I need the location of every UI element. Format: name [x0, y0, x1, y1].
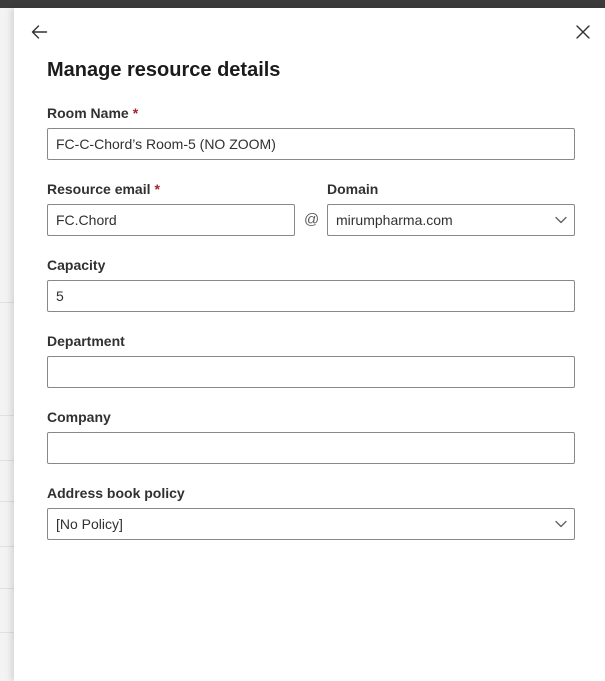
- room-name-input[interactable]: FC-C-Chord’s Room-5 (NO ZOOM): [47, 128, 575, 160]
- arrow-left-icon: [31, 25, 48, 39]
- company-label-text: Company: [47, 409, 111, 425]
- domain-label: Domain: [327, 181, 378, 197]
- background-divider: [0, 501, 14, 502]
- resource-email-label-text: Resource email: [47, 181, 151, 197]
- background-divider: [0, 632, 14, 633]
- address-book-policy-value: [No Policy]: [56, 516, 123, 532]
- company-input[interactable]: [47, 432, 575, 464]
- capacity-value: 5: [56, 288, 64, 304]
- department-label-text: Department: [47, 333, 125, 349]
- domain-dropdown[interactable]: mirumpharma.com: [327, 204, 575, 236]
- address-book-policy-dropdown[interactable]: [No Policy]: [47, 508, 575, 540]
- back-button[interactable]: [25, 18, 53, 46]
- company-label: Company: [47, 409, 111, 425]
- chevron-down-icon: [555, 216, 567, 224]
- room-name-value: FC-C-Chord’s Room-5 (NO ZOOM): [56, 136, 276, 152]
- required-indicator: *: [132, 105, 139, 121]
- background-page: [0, 8, 14, 681]
- background-divider: [0, 588, 14, 589]
- manage-resource-panel: Manage resource details Room Name * FC-C-…: [14, 8, 605, 681]
- capacity-label-text: Capacity: [47, 257, 106, 273]
- panel-title: Manage resource details: [47, 59, 281, 81]
- close-button[interactable]: [569, 18, 597, 46]
- resource-email-value: FC.Chord: [56, 212, 117, 228]
- department-label: Department: [47, 333, 125, 349]
- chevron-down-icon: [555, 520, 567, 528]
- room-name-label: Room Name *: [47, 105, 138, 121]
- domain-label-text: Domain: [327, 181, 379, 197]
- room-name-label-text: Room Name: [47, 105, 129, 121]
- background-divider: [0, 302, 14, 303]
- address-book-policy-label: Address book policy: [47, 485, 185, 501]
- department-input[interactable]: [47, 356, 575, 388]
- at-sign: @: [304, 211, 320, 228]
- background-divider: [0, 546, 14, 547]
- capacity-input[interactable]: 5: [47, 280, 575, 312]
- required-indicator: *: [154, 181, 160, 197]
- background-divider: [0, 415, 14, 416]
- address-book-policy-label-text: Address book policy: [47, 485, 185, 501]
- top-bar: [0, 0, 605, 8]
- domain-value: mirumpharma.com: [336, 212, 453, 228]
- background-divider: [0, 460, 14, 461]
- resource-email-input[interactable]: FC.Chord: [47, 204, 295, 236]
- close-icon: [576, 25, 590, 39]
- capacity-label: Capacity: [47, 257, 105, 273]
- resource-email-label: Resource email *: [47, 181, 160, 197]
